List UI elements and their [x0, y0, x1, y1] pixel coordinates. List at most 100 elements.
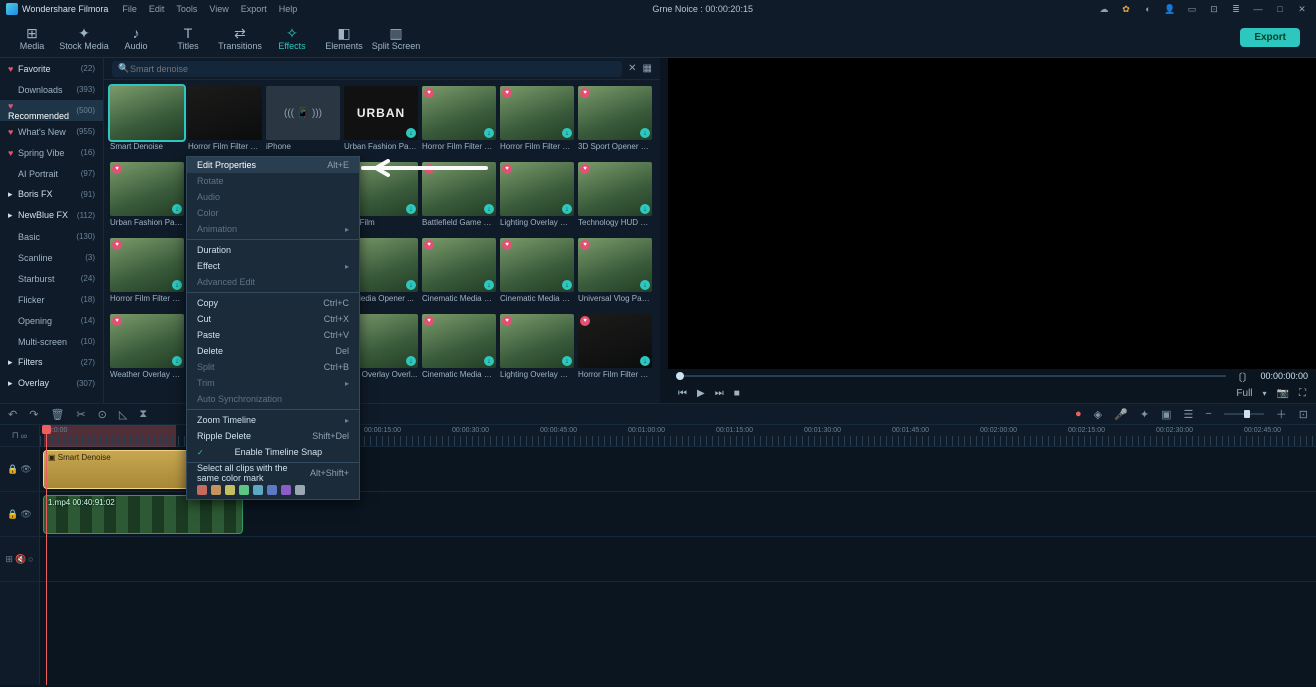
zoom-out-icon[interactable]: − [1205, 408, 1211, 420]
effect-thumb[interactable]: ♥↓Battlefield Game Pack Ov... [422, 162, 496, 234]
notifications-icon[interactable]: ⊡ [1206, 4, 1222, 15]
search-input[interactable] [112, 61, 622, 77]
maximize-icon[interactable]: □ [1272, 4, 1288, 14]
bracket-open-icon[interactable]: 〔 [1232, 369, 1242, 384]
sidebar-item-starburst[interactable]: Starburst(24) [0, 268, 103, 289]
tab-stock-media[interactable]: ✦Stock Media [58, 19, 110, 57]
ctx-zoom-timeline[interactable]: Zoom Timeline [187, 412, 359, 428]
visible-icon[interactable]: 👁 [20, 464, 31, 475]
ctx-enable-timeline-snap[interactable]: Enable Timeline Snap [187, 444, 359, 460]
magnet-icon[interactable]: ⊓ [12, 430, 19, 441]
effect-thumb[interactable]: ↓URBANUrban Fashion Pack Over... [344, 86, 418, 158]
quality-chevron-icon[interactable]: ▾ [1263, 389, 1267, 398]
ctx-copy[interactable]: CopyCtrl+C [187, 295, 359, 311]
sidebar-item-flicker[interactable]: Flicker(18) [0, 289, 103, 310]
sidebar-item-ai-portrait[interactable]: AI Portrait(97) [0, 163, 103, 184]
tab-titles[interactable]: TTitles [162, 19, 214, 57]
lock-icon[interactable]: 🔒 [7, 464, 18, 475]
prev-frame-button[interactable]: ⏮ [678, 388, 687, 399]
keyframe-icon[interactable]: ✦ [1140, 408, 1149, 421]
effect-thumb[interactable]: ♥↓Cinematic Media Opener ... [500, 238, 574, 310]
mute-icon[interactable]: 🔇 [15, 554, 26, 565]
link-icon[interactable]: ∞ [21, 431, 27, 441]
add-track-icon[interactable]: ⊞ [5, 554, 13, 565]
tab-split-screen[interactable]: ▥Split Screen [370, 19, 422, 57]
ctx-effect[interactable]: Effect [187, 258, 359, 274]
effect-thumb[interactable]: ♥↓Cinematic Media Opener ... [422, 238, 496, 310]
sidebar-item-newblue-fx[interactable]: ▸NewBlue FX(112) [0, 205, 103, 226]
message-icon[interactable]: ▭ [1184, 4, 1200, 15]
bracket-close-icon[interactable]: 〕 [1242, 369, 1252, 384]
sidebar-item-downloads[interactable]: Downloads(393) [0, 79, 103, 100]
color-swatch[interactable] [239, 485, 249, 495]
voiceover-icon[interactable]: 🎤 [1114, 408, 1128, 421]
track-empty[interactable] [40, 537, 1316, 582]
sidebar-item-what-s-new[interactable]: ♥What's New(955) [0, 121, 103, 142]
grid-view-icon[interactable]: ▦ [643, 63, 652, 74]
color-swatch[interactable] [211, 485, 221, 495]
color-swatch[interactable] [267, 485, 277, 495]
record-button[interactable]: ● [1075, 408, 1082, 420]
effect-thumb[interactable]: ♥↓Technology HUD Pack O... [578, 162, 652, 234]
split-button[interactable]: ✂ [76, 408, 85, 421]
scrub-bar[interactable] [676, 375, 1226, 377]
effect-thumb[interactable]: ♥↓Weather Overlay Overlay... [110, 314, 184, 386]
color-swatch[interactable] [225, 485, 235, 495]
export-button[interactable]: Export [1240, 28, 1300, 47]
scrub-knob[interactable] [676, 372, 684, 380]
sidebar-item-multi-screen[interactable]: Multi-screen(10) [0, 331, 103, 352]
tab-transitions[interactable]: ⇄Transitions [214, 19, 266, 57]
effect-thumb[interactable]: ♥↓Horror Film Filter Pack O... [500, 86, 574, 158]
headphones-icon[interactable]: ◐ [1140, 4, 1156, 14]
menu-tools[interactable]: Tools [176, 4, 197, 14]
fullscreen-icon[interactable]: ⛶ [1299, 388, 1306, 399]
effect-thumb[interactable]: ((( 📱 )))iPhone [266, 86, 340, 158]
menu-export[interactable]: Export [241, 4, 267, 14]
clip-video[interactable]: 1.mp4 00:40:91:02 [44, 496, 242, 533]
mixer-icon[interactable]: ◈ [1094, 408, 1102, 421]
effect-thumb[interactable]: ♥↓Lighting Overlay Overlay ... [500, 162, 574, 234]
quality-label[interactable]: Full [1236, 388, 1252, 399]
color-swatch[interactable] [295, 485, 305, 495]
ctx-select-all-clips-with-the-same-color-mark[interactable]: Select all clips with the same color mar… [187, 465, 359, 481]
sidebar-item-spring-vibe[interactable]: ♥Spring Vibe(16) [0, 142, 103, 163]
ctx-cut[interactable]: CutCtrl+X [187, 311, 359, 327]
next-frame-button[interactable]: ⏭ [715, 388, 724, 399]
zoom-fit-icon[interactable]: ⊡ [1299, 408, 1308, 421]
sidebar-item-basic[interactable]: Basic(130) [0, 226, 103, 247]
effect-thumb[interactable]: ♥↓Horror Film Filter Pack O... [422, 86, 496, 158]
marker-button[interactable]: ⊙ [98, 408, 107, 421]
effect-thumb[interactable]: ♥↓3D Sport Opener Pack O... [578, 86, 652, 158]
user-icon[interactable]: 👤 [1162, 4, 1178, 15]
track-menu-icon[interactable]: ○ [28, 554, 33, 564]
sidebar-item-boris-fx[interactable]: ▸Boris FX(91) [0, 184, 103, 205]
menu-file[interactable]: File [122, 4, 137, 14]
sidebar-item-scanline[interactable]: Scanline(3) [0, 247, 103, 268]
tab-effects[interactable]: ✧Effects [266, 19, 318, 57]
markers-icon[interactable]: ☰ [1183, 408, 1193, 421]
zoom-in-icon[interactable]: ＋ [1276, 406, 1287, 422]
cloud-icon[interactable]: ☁ [1096, 4, 1112, 15]
speed-button[interactable]: ⧗ [139, 408, 147, 421]
play-button[interactable]: ▶ [697, 388, 705, 399]
flower-icon[interactable]: ✿ [1118, 4, 1134, 15]
delete-button[interactable]: 🗑 [50, 408, 64, 421]
redo-button[interactable]: ↷ [29, 408, 38, 421]
effect-thumb[interactable]: ♥↓Horror Film Filter Pack O... [578, 314, 652, 386]
snapshot-icon[interactable]: 📷 [1277, 388, 1289, 399]
color-swatch[interactable] [253, 485, 263, 495]
sidebar-item-overlay[interactable]: ▸Overlay(307) [0, 373, 103, 394]
close-icon[interactable]: ✕ [1294, 4, 1310, 15]
effect-thumb[interactable]: ♥↓Cinematic Media Opener ... [422, 314, 496, 386]
undo-button[interactable]: ↶ [8, 408, 17, 421]
menu-view[interactable]: View [209, 4, 228, 14]
menu-edit[interactable]: Edit [149, 4, 165, 14]
effect-thumb[interactable]: ♥↓Universal Vlog Pack Over... [578, 238, 652, 310]
visible-icon[interactable]: 👁 [20, 509, 31, 520]
sidebar-item-opening[interactable]: Opening(14) [0, 310, 103, 331]
crop-button[interactable]: ◺ [119, 408, 127, 421]
menu-help[interactable]: Help [279, 4, 298, 14]
sidebar-item-filters[interactable]: ▸Filters(27) [0, 352, 103, 373]
clear-search-icon[interactable]: ✕ [628, 63, 636, 74]
color-swatch[interactable] [197, 485, 207, 495]
